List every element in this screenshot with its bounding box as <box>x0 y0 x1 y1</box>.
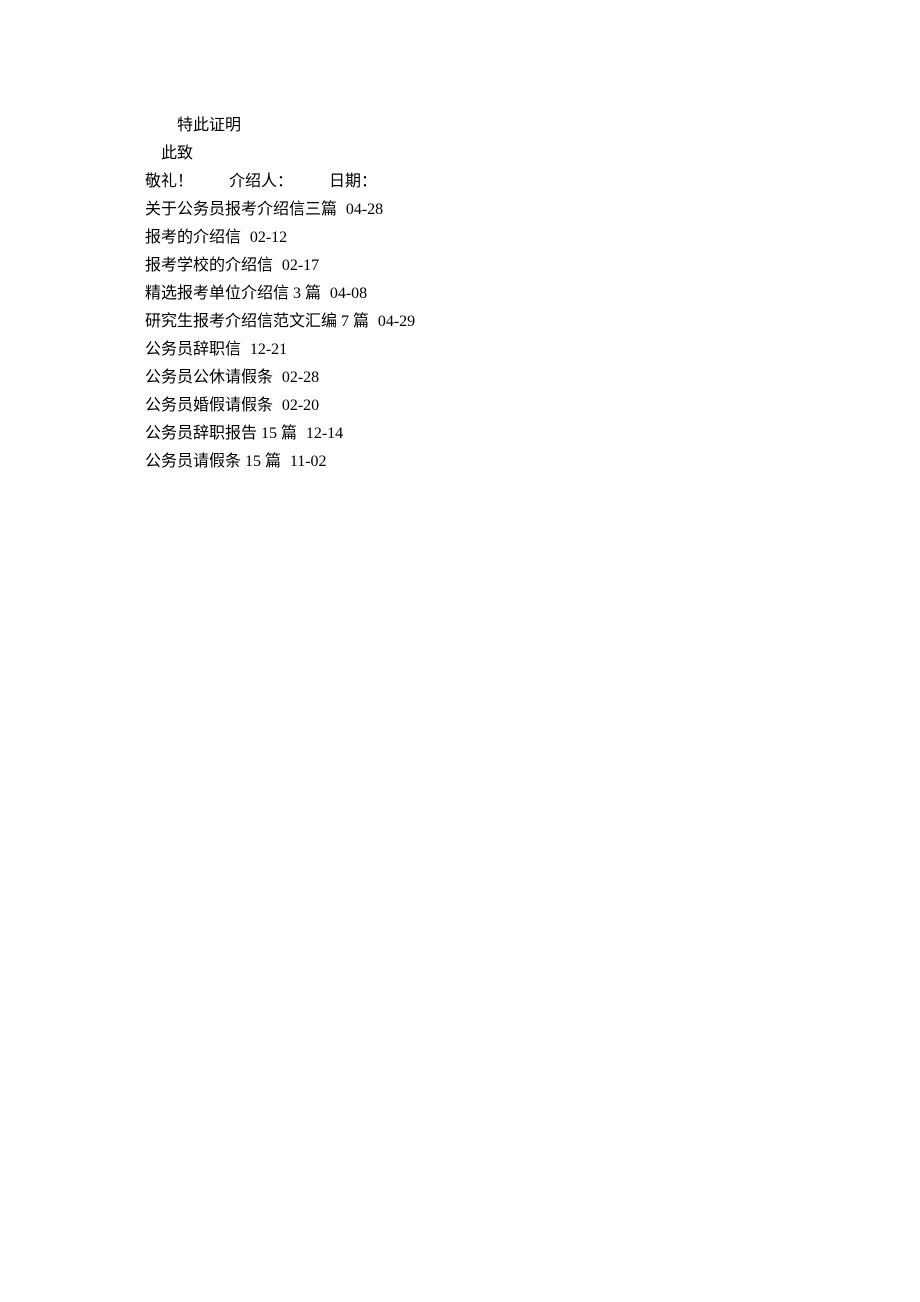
list-item-date: 04-28 <box>346 201 383 218</box>
related-links-list: 关于公务员报考介绍信三篇 04-28 报考的介绍信 02-12 报考学校的介绍信… <box>145 196 920 476</box>
list-item-title: 报考的介绍信 <box>145 229 241 246</box>
list-item-title: 公务员公休请假条 <box>145 369 273 386</box>
list-item-title: 公务员辞职信 <box>145 341 241 358</box>
list-item: 研究生报考介绍信范文汇编 7 篇 04-29 <box>145 308 920 336</box>
introducer-label: 介绍人： <box>229 168 293 196</box>
date-label: 日期： <box>329 168 377 196</box>
list-item-title: 研究生报考介绍信范文汇编 7 篇 <box>145 313 369 330</box>
list-item: 报考的介绍信 02-12 <box>145 224 920 252</box>
list-item-date: 12-21 <box>250 341 287 358</box>
list-item: 公务员请假条 15 篇 11-02 <box>145 448 920 476</box>
list-item-date: 04-08 <box>330 285 367 302</box>
list-item: 关于公务员报考介绍信三篇 04-28 <box>145 196 920 224</box>
list-item-date: 11-02 <box>290 453 327 470</box>
list-item-title: 报考学校的介绍信 <box>145 257 273 274</box>
list-item: 精选报考单位介绍信 3 篇 04-08 <box>145 280 920 308</box>
document-content: 特此证明 此致 敬礼！ 介绍人： 日期： 关于公务员报考介绍信三篇 04-28 … <box>145 112 920 476</box>
list-item: 公务员公休请假条 02-28 <box>145 364 920 392</box>
salute-text: 敬礼！ <box>145 168 193 196</box>
list-item-date: 02-17 <box>282 257 319 274</box>
list-item-title: 精选报考单位介绍信 3 篇 <box>145 285 321 302</box>
list-item-date: 12-14 <box>306 425 343 442</box>
list-item-title: 公务员婚假请假条 <box>145 397 273 414</box>
list-item-date: 02-28 <box>282 369 319 386</box>
signature-line: 敬礼！ 介绍人： 日期： <box>145 168 920 196</box>
list-item-title: 公务员辞职报告 15 篇 <box>145 425 297 442</box>
list-item: 公务员辞职信 12-21 <box>145 336 920 364</box>
certification-line: 特此证明 <box>145 112 920 140</box>
closing-line: 此致 <box>145 140 920 168</box>
list-item: 公务员婚假请假条 02-20 <box>145 392 920 420</box>
list-item-date: 02-20 <box>282 397 319 414</box>
list-item-date: 02-12 <box>250 229 287 246</box>
list-item-title: 关于公务员报考介绍信三篇 <box>145 201 337 218</box>
list-item-date: 04-29 <box>378 313 415 330</box>
list-item-title: 公务员请假条 15 篇 <box>145 453 281 470</box>
list-item: 报考学校的介绍信 02-17 <box>145 252 920 280</box>
list-item: 公务员辞职报告 15 篇 12-14 <box>145 420 920 448</box>
